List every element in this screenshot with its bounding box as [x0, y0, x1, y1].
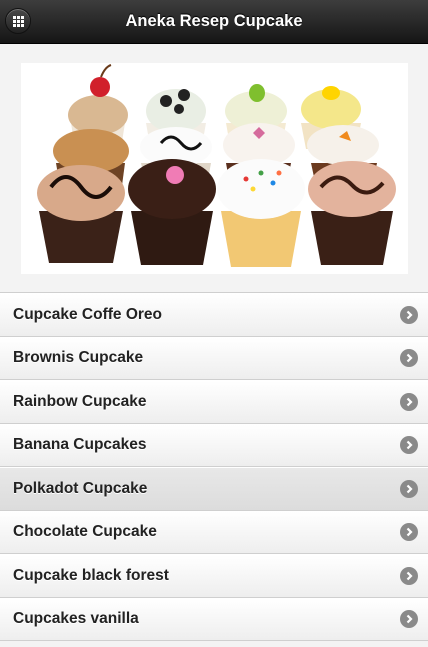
list-item-label: Rainbow Cupcake: [13, 392, 147, 410]
list-item-label: Banana Cupcakes: [13, 436, 147, 454]
list-item[interactable]: Cupcake Coffe Oreo: [0, 293, 428, 337]
chevron-right-icon: [400, 392, 418, 411]
list-item-label: Cupcake Coffe Oreo: [13, 305, 163, 323]
list-item[interactable]: Cupcakes vanilla: [0, 597, 428, 641]
list-item-label: Brownis Cupcake: [13, 349, 144, 367]
list-item-label: Chocolate Cupcake: [13, 523, 157, 541]
chevron-right-icon: [400, 566, 418, 585]
chevron-right-icon: [400, 479, 418, 498]
recipe-list: Cupcake Coffe Oreo Brownis Cupcake Rainb…: [0, 292, 428, 641]
list-item-label: Polkadot Cupcake: [13, 479, 148, 497]
chevron-right-icon: [400, 436, 418, 455]
list-item[interactable]: Chocolate Cupcake: [0, 510, 428, 554]
chevron-right-icon: [400, 349, 418, 368]
list-item-label: Cupcake black forest: [13, 566, 169, 584]
list-item[interactable]: Brownis Cupcake: [0, 336, 428, 380]
chevron-right-icon: [400, 305, 418, 324]
list-item[interactable]: Banana Cupcakes: [0, 423, 428, 467]
grid-menu-icon: [12, 15, 24, 27]
chevron-right-icon: [400, 523, 418, 542]
list-item-label: Cupcakes vanilla: [13, 610, 139, 628]
menu-button[interactable]: [5, 8, 31, 34]
hero-banner: [0, 44, 428, 292]
cupcakes-photo: [20, 62, 408, 274]
list-item[interactable]: Cupcake black forest: [0, 554, 428, 598]
app-header: Aneka Resep Cupcake: [0, 0, 428, 44]
list-item[interactable]: Polkadot Cupcake: [0, 467, 428, 511]
page-title: Aneka Resep Cupcake: [125, 12, 303, 30]
chevron-right-icon: [400, 610, 418, 629]
list-item[interactable]: Rainbow Cupcake: [0, 380, 428, 424]
